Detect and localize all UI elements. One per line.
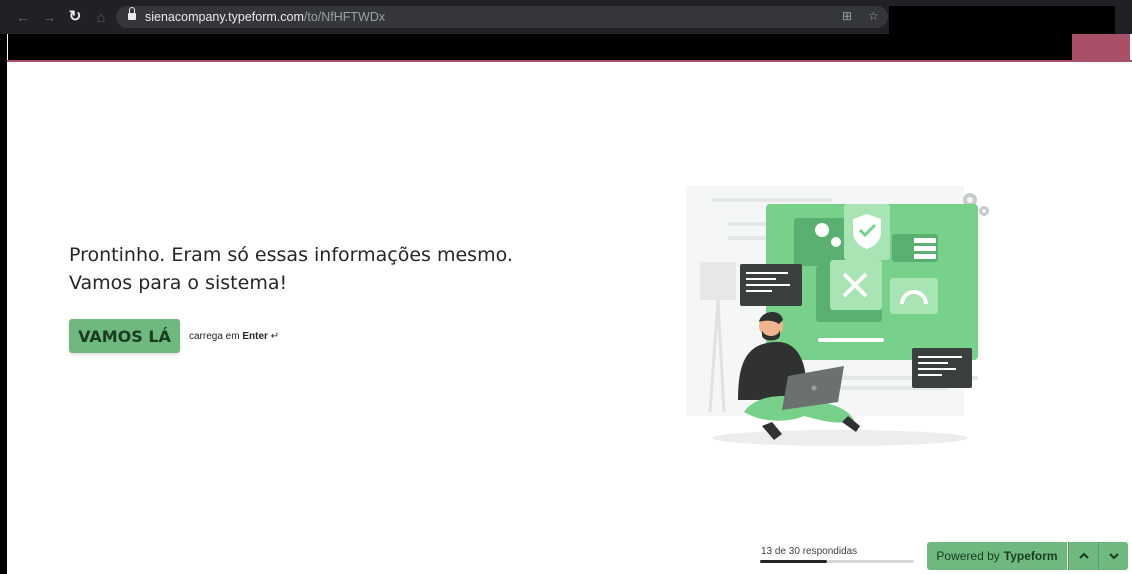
- chevron-up-icon: [1078, 552, 1089, 559]
- progress-bar-fill: [760, 560, 827, 563]
- forward-icon[interactable]: →: [40, 8, 58, 26]
- profile-tab: [1072, 34, 1130, 60]
- reload-icon[interactable]: ↻: [66, 8, 84, 26]
- translate-icon[interactable]: ⊞: [842, 9, 852, 23]
- url-text[interactable]: sienacompany.typeform.com/to/NfHFTWDx: [145, 9, 385, 25]
- vamos-la-button[interactable]: VAMOS LÁ: [69, 319, 180, 353]
- typeform-brand: Typeform: [1003, 549, 1058, 563]
- illustration: [686, 186, 989, 446]
- url-path: /to/NfHFTWDx: [303, 10, 386, 24]
- question-line-1: Prontinho. Eram só essas informações mes…: [69, 244, 513, 266]
- question-line-2: Vamos para o sistema!: [69, 272, 288, 294]
- address-bar[interactable]: sienacompany.typeform.com/to/NfHFTWDx ⊞ …: [116, 6, 888, 28]
- home-icon[interactable]: ⌂: [92, 8, 110, 26]
- question-text: Prontinho. Eram só essas informações mes…: [69, 241, 569, 297]
- progress-bar: [760, 560, 914, 563]
- enter-hint-prefix: carrega em: [189, 331, 240, 342]
- lock-icon[interactable]: [128, 7, 136, 20]
- enter-key-label: Enter: [242, 331, 268, 342]
- url-host: sienacompany.typeform.com: [145, 10, 304, 24]
- accent-line: [7, 60, 1132, 62]
- enter-hint: carrega em Enter ↵: [189, 331, 279, 342]
- next-question-button[interactable]: [1098, 542, 1128, 570]
- previous-question-button[interactable]: [1068, 542, 1098, 570]
- progress-text: 13 de 30 respondidas: [761, 546, 858, 557]
- redacted-bookmarks-bar: [8, 34, 1072, 60]
- bookmark-star-icon[interactable]: ☆: [868, 9, 879, 23]
- redacted-area: [889, 6, 1115, 34]
- back-icon[interactable]: ←: [14, 8, 32, 26]
- enter-icon: ↵: [270, 331, 280, 342]
- powered-prefix: Powered by: [936, 549, 1000, 563]
- powered-by-typeform-button[interactable]: Powered by Typeform: [927, 542, 1067, 570]
- left-border: [0, 34, 7, 574]
- chevron-down-icon: [1108, 553, 1119, 560]
